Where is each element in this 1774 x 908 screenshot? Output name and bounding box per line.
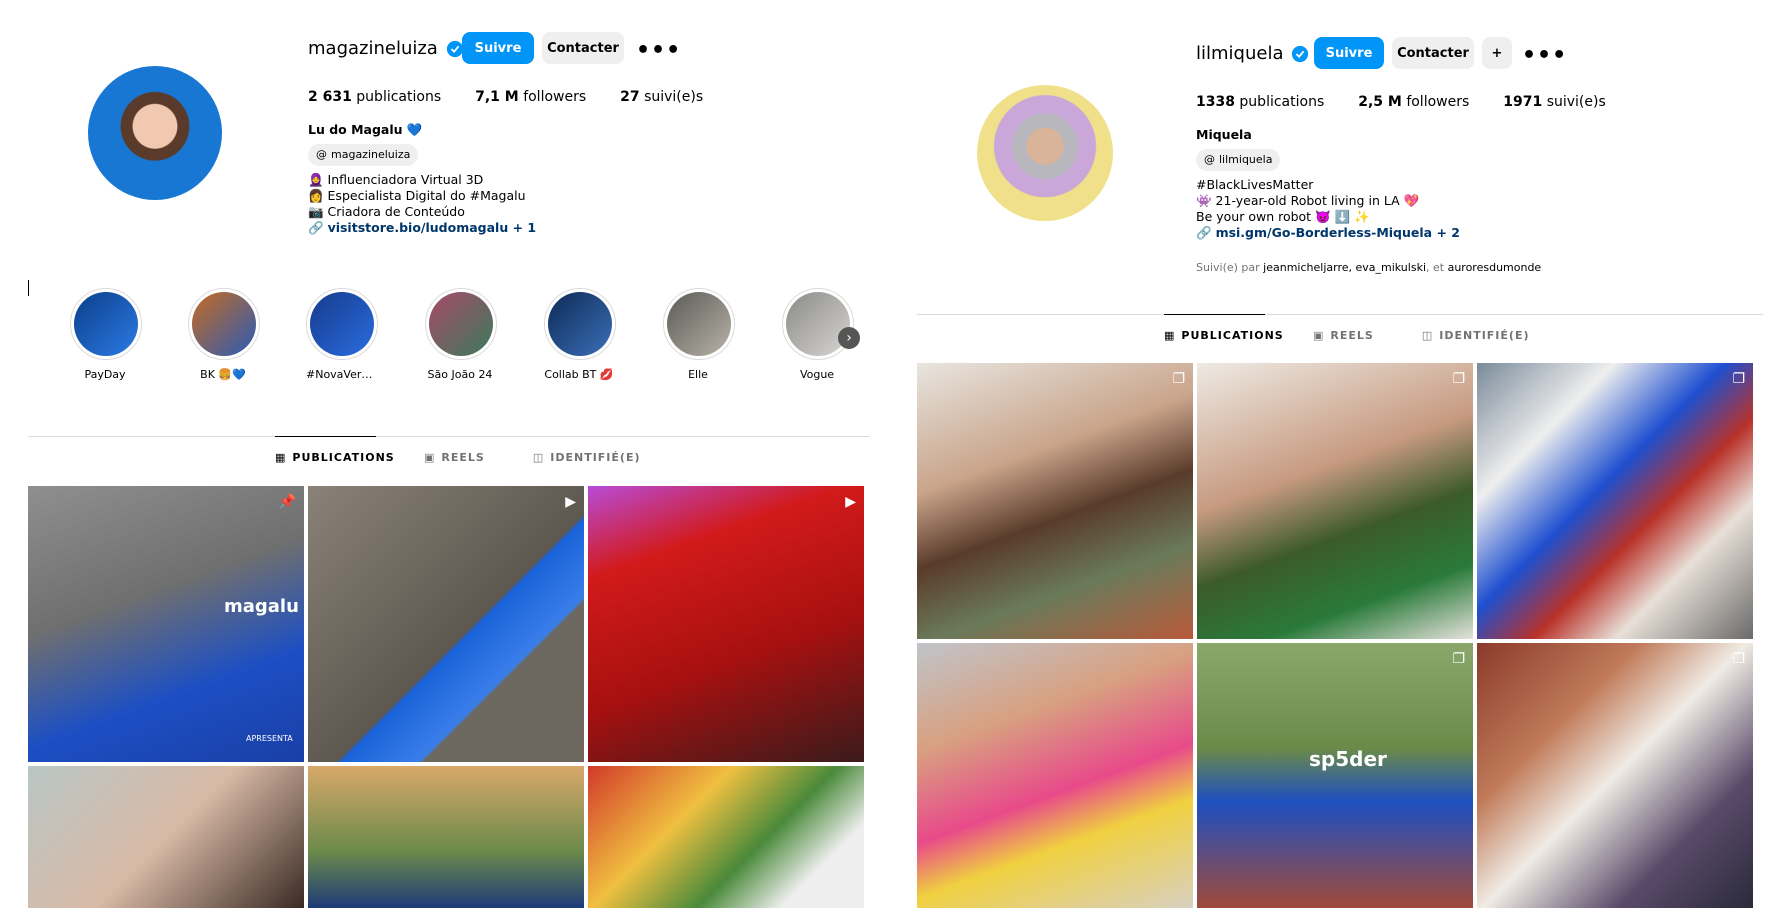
display-name: Lu do Magalu 💙: [308, 122, 423, 137]
post-tile[interactable]: 📌 magalu APRESENTA: [28, 486, 304, 762]
stat-followers[interactable]: 7,1 M followers: [475, 89, 586, 105]
post-caption: APRESENTA: [246, 734, 293, 743]
bio-line: Be your own robot 👿 ⬇️ ✨: [1196, 209, 1370, 224]
profile-tabs: ▦ PUBLICATIONS ▣ REELS ◫ IDENTIFIÉ(E): [1164, 314, 1530, 342]
contact-button[interactable]: Contacter: [542, 32, 624, 64]
profile-header: lilmiquela: [1196, 43, 1309, 64]
username: magazineluiza: [308, 38, 438, 59]
tagged-icon: ◫: [532, 451, 545, 464]
carousel-icon: ❐: [1172, 371, 1185, 387]
contact-button[interactable]: Contacter: [1392, 37, 1474, 69]
profile-stats: 1338 publications 2,5 M followers 1971 s…: [1196, 94, 1606, 110]
more-options-icon[interactable]: •••: [1522, 45, 1567, 67]
threads-badge[interactable]: @ magazineluiza: [308, 144, 419, 166]
follow-button[interactable]: Suivre: [1314, 37, 1384, 69]
post-tile[interactable]: ❐: [917, 363, 1193, 639]
post-tile[interactable]: ❐: [1197, 363, 1473, 639]
threads-icon: @: [1204, 153, 1215, 166]
pin-icon: 📌: [278, 494, 296, 510]
post-tile[interactable]: [588, 766, 864, 908]
bio-line: 👩 Especialista Digital do #Magalu: [308, 188, 526, 203]
tab-reels[interactable]: ▣ REELS: [1313, 315, 1374, 342]
post-tile[interactable]: ❐: [1477, 363, 1753, 639]
hoodie-text: sp5der: [1309, 747, 1387, 771]
stat-following[interactable]: 1971 suivi(e)s: [1503, 94, 1605, 110]
suggest-people-icon[interactable]: +: [1482, 37, 1512, 69]
bio-link[interactable]: 🔗 msi.gm/Go-Borderless-Miquela + 2: [1196, 225, 1616, 241]
post-tile[interactable]: [917, 643, 1193, 908]
highlights-next-icon[interactable]: ›: [838, 327, 860, 349]
bio-line: #BlackLivesMatter: [1196, 177, 1314, 192]
post-tile[interactable]: ▶: [308, 486, 584, 762]
tab-publications[interactable]: ▦ PUBLICATIONS: [1164, 314, 1283, 342]
post-tile[interactable]: [308, 766, 584, 908]
profile-tabs: ▦ PUBLICATIONS ▣ REELS ◫ IDENTIFIÉ(E): [275, 436, 641, 464]
grid-icon: ▦: [1164, 329, 1176, 342]
bio-line: 👾 21-year-old Robot living in LA 💖: [1196, 193, 1420, 208]
threads-icon: @: [316, 148, 327, 161]
more-options-icon[interactable]: •••: [636, 40, 681, 62]
post-tile[interactable]: ▶: [588, 486, 864, 762]
mutual-followers[interactable]: Suivi(e) par jeanmicheljarre, eva_mikuls…: [1196, 261, 1541, 274]
stat-posts[interactable]: 1338 publications: [1196, 94, 1324, 110]
tab-reels[interactable]: ▣ REELS: [424, 437, 485, 464]
carousel-icon: ❐: [1452, 371, 1465, 387]
carousel-icon: ❐: [1732, 651, 1745, 667]
tab-tagged[interactable]: ◫ IDENTIFIÉ(E): [1422, 315, 1530, 342]
profile-panel-magazineluiza: magazineluiza Suivre Contacter ••• 2 631…: [0, 0, 890, 908]
bio-line: 📷 Criadora de Conteúdo: [308, 204, 465, 219]
highlight-saojoao[interactable]: São João 24: [425, 288, 497, 381]
profile-bio: Miquela @ lilmiquela #BlackLivesMatter 👾 …: [1196, 127, 1616, 241]
profile-header: magazineluiza: [308, 38, 464, 59]
stat-posts[interactable]: 2 631 publications: [308, 89, 441, 105]
post-watermark: magalu: [224, 596, 299, 617]
carousel-icon: ❐: [1452, 651, 1465, 667]
profile-stats: 2 631 publications 7,1 M followers 27 su…: [308, 89, 703, 105]
stat-followers[interactable]: 2,5 M followers: [1358, 94, 1469, 110]
tab-publications[interactable]: ▦ PUBLICATIONS: [275, 436, 394, 464]
carousel-icon: ❐: [1732, 371, 1745, 387]
follow-button[interactable]: Suivre: [462, 32, 534, 64]
reels-icon: ▣: [1313, 329, 1325, 342]
link-icon: 🔗: [308, 220, 324, 235]
username: lilmiquela: [1196, 43, 1284, 64]
bio-line: 🧕 Influenciadora Virtual 3D: [308, 172, 484, 187]
link-icon: 🔗: [1196, 225, 1212, 240]
post-tile[interactable]: ❐ sp5der: [1197, 643, 1473, 908]
profile-bio: Lu do Magalu 💙 @ magazineluiza 🧕 Influenc…: [308, 122, 708, 236]
reel-icon: ▶: [565, 494, 576, 510]
reel-icon: ▶: [845, 494, 856, 510]
profile-avatar[interactable]: [977, 85, 1113, 221]
reels-icon: ▣: [424, 451, 436, 464]
highlight-payday[interactable]: PayDay: [70, 288, 142, 381]
text-cursor: [28, 280, 29, 296]
post-tile[interactable]: [28, 766, 304, 908]
highlight-collab-bt[interactable]: Collab BT 💋: [544, 288, 616, 381]
verified-badge-icon: [1292, 45, 1309, 62]
threads-badge[interactable]: @ lilmiquela: [1196, 149, 1281, 171]
highlight-elle[interactable]: Elle: [663, 288, 735, 381]
profile-avatar[interactable]: [88, 66, 222, 200]
tab-tagged[interactable]: ◫ IDENTIFIÉ(E): [533, 437, 641, 464]
profile-panel-lilmiquela: lilmiquela Suivre Contacter + ••• 1338 p…: [905, 0, 1774, 908]
bio-link[interactable]: 🔗 visitstore.bio/ludomagalu + 1: [308, 220, 708, 236]
stat-following[interactable]: 27 suivi(e)s: [620, 89, 703, 105]
display-name: Miquela: [1196, 127, 1252, 142]
post-tile[interactable]: ❐: [1477, 643, 1753, 908]
tagged-icon: ◫: [1421, 329, 1434, 342]
highlight-novaversao[interactable]: #NovaVersao...: [306, 288, 378, 381]
highlight-bk[interactable]: BK 🍔💙: [188, 288, 260, 381]
grid-icon: ▦: [275, 451, 287, 464]
